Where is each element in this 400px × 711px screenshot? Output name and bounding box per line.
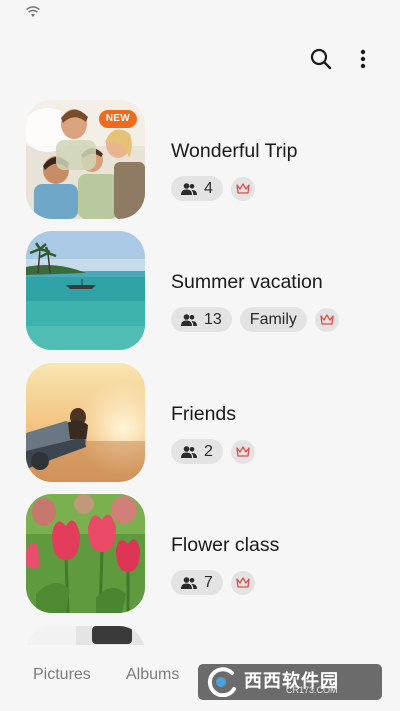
album-thumbnail [26, 494, 145, 613]
wifi-icon [26, 6, 40, 17]
watermark: 西西软件园 CR173.COM [198, 664, 382, 700]
search-button[interactable] [306, 44, 336, 74]
album-thumbnail [26, 231, 145, 350]
members-chip: 7 [171, 570, 223, 595]
members-count: 2 [204, 442, 213, 460]
members-count: 4 [204, 179, 213, 197]
album-title: Wonderful Trip [171, 140, 298, 162]
search-icon [310, 48, 332, 70]
album-chips: 7 [171, 570, 255, 595]
album-thumbnail [26, 626, 145, 645]
watermark-subtext: CR173.COM [286, 685, 338, 695]
sunset-photo-image [26, 363, 145, 482]
tulips-photo-image [26, 494, 145, 613]
members-chip: 4 [171, 176, 223, 201]
more-vert-icon [360, 49, 366, 69]
more-options-button[interactable] [348, 44, 378, 74]
album-row-friends[interactable]: Friends 2 [0, 363, 400, 483]
tag-label: Family [249, 310, 297, 328]
album-chips: 2 [171, 439, 255, 464]
tab-albums[interactable]: Albums [126, 666, 179, 684]
members-chip: 2 [171, 439, 223, 464]
people-icon [181, 313, 197, 326]
members-chip: 13 [171, 307, 232, 332]
status-bar [0, 0, 400, 26]
crown-icon [314, 307, 339, 332]
members-count: 7 [204, 573, 213, 591]
album-row-flower-class[interactable]: Flower class 7 [0, 494, 400, 614]
beach-photo-image [26, 231, 145, 350]
album-chips: 4 [171, 176, 255, 201]
crown-icon [230, 570, 255, 595]
crown-icon [230, 439, 255, 464]
album-title: Summer vacation [171, 271, 323, 293]
album-list: NEW Wonderful Trip 4 Summer vacation 13 … [0, 100, 400, 645]
album-row-summer-vacation[interactable]: Summer vacation 13 Family [0, 231, 400, 351]
people-icon [181, 576, 197, 589]
members-count: 13 [204, 310, 222, 328]
album-thumbnail [26, 363, 145, 482]
album-thumbnail: NEW [26, 100, 145, 219]
new-badge: NEW [98, 110, 137, 128]
album-title: Flower class [171, 534, 280, 556]
album-row-partial[interactable] [0, 626, 400, 645]
album-title: Friends [171, 403, 237, 425]
watermark-logo-icon [207, 667, 236, 697]
tag-chip-family: Family [239, 307, 307, 332]
album-chips: 13 Family [171, 307, 339, 332]
toolbar [280, 44, 400, 74]
tab-pictures[interactable]: Pictures [33, 666, 91, 684]
album-photo-image [26, 626, 145, 645]
crown-icon [230, 176, 255, 201]
album-row-wonderful-trip[interactable]: NEW Wonderful Trip 4 [0, 100, 400, 220]
people-icon [181, 182, 197, 195]
people-icon [181, 445, 197, 458]
